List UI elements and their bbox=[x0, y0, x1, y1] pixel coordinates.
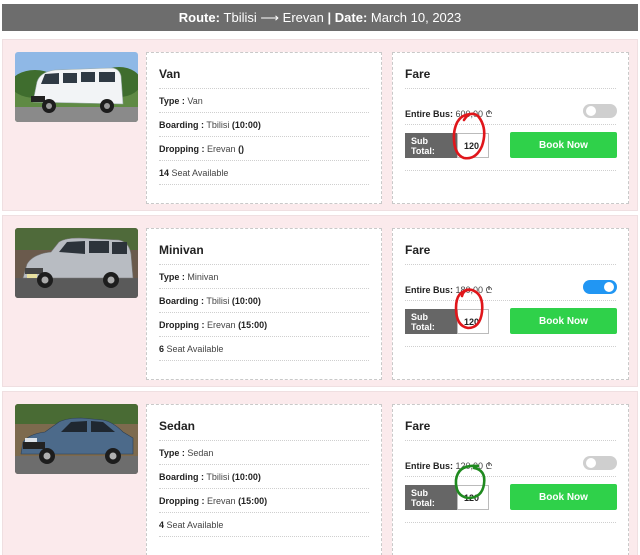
vehicle-info-card: Sedan Type : Sedan Boarding : Tbilisi (1… bbox=[146, 404, 382, 555]
divider bbox=[405, 346, 616, 347]
date-value: March 10, 2023 bbox=[370, 10, 462, 25]
divider bbox=[159, 440, 369, 441]
route-from: Tbilisi bbox=[223, 10, 257, 25]
sub-total-value: 120 bbox=[457, 309, 489, 334]
divider bbox=[159, 160, 369, 161]
fare-card: Fare Entire Bus: 120,00 ₾ Sub Total: 120… bbox=[392, 404, 629, 555]
divider bbox=[405, 440, 616, 441]
vehicle-name: Minivan bbox=[159, 243, 204, 257]
sub-total-label: Sub Total: bbox=[405, 485, 457, 510]
divider bbox=[159, 184, 369, 185]
divider bbox=[159, 264, 369, 265]
divider bbox=[159, 536, 369, 537]
entire-bus-toggle[interactable] bbox=[583, 456, 617, 470]
divider bbox=[159, 336, 369, 337]
divider bbox=[405, 124, 616, 125]
entire-bus-toggle[interactable] bbox=[583, 280, 617, 294]
sub-total-label: Sub Total: bbox=[405, 133, 457, 158]
route-label: Route: bbox=[178, 10, 220, 25]
divider bbox=[159, 88, 369, 89]
vehicle-row-van: Van Type : Van Boarding : Tbilisi (10:00… bbox=[2, 39, 638, 211]
vehicle-type: Type : Sedan bbox=[159, 448, 214, 458]
divider bbox=[159, 464, 369, 465]
entire-bus-toggle[interactable] bbox=[583, 104, 617, 118]
divider bbox=[159, 136, 369, 137]
dropping-info: Dropping : Erevan (15:00) bbox=[159, 320, 268, 330]
boarding-info: Boarding : Tbilisi (10:00) bbox=[159, 296, 261, 306]
fare-title: Fare bbox=[405, 67, 431, 81]
divider bbox=[405, 476, 616, 477]
entire-bus-price: Entire Bus: 180,00 ₾ bbox=[405, 285, 493, 295]
divider bbox=[405, 300, 616, 301]
vehicle-info-card: Minivan Type : Minivan Boarding : Tbilis… bbox=[146, 228, 382, 380]
fare-title: Fare bbox=[405, 243, 431, 257]
dropping-info: Dropping : Erevan (15:00) bbox=[159, 496, 268, 506]
vehicle-name: Van bbox=[159, 67, 181, 81]
divider bbox=[405, 522, 616, 523]
route-header: Route: Tbilisi ⟶ Erevan | Date: March 10… bbox=[2, 4, 638, 31]
sub-total-value: 120 bbox=[457, 133, 489, 158]
minivan-image bbox=[15, 228, 138, 298]
divider bbox=[405, 264, 616, 265]
date-label: Date: bbox=[334, 10, 368, 25]
divider bbox=[159, 360, 369, 361]
vehicle-row-minivan: Minivan Type : Minivan Boarding : Tbilis… bbox=[2, 215, 638, 387]
vehicle-type: Type : Minivan bbox=[159, 272, 219, 282]
sub-total: Sub Total: 120 bbox=[405, 133, 489, 158]
boarding-info: Boarding : Tbilisi (10:00) bbox=[159, 120, 261, 130]
vehicle-row-sedan: Sedan Type : Sedan Boarding : Tbilisi (1… bbox=[2, 391, 638, 555]
divider bbox=[159, 512, 369, 513]
divider bbox=[159, 312, 369, 313]
route-arrow-icon: ⟶ bbox=[260, 9, 280, 25]
book-now-button[interactable]: Book Now bbox=[510, 484, 617, 510]
sub-total: Sub Total: 120 bbox=[405, 485, 489, 510]
divider bbox=[405, 170, 616, 171]
vehicle-type: Type : Van bbox=[159, 96, 203, 106]
sub-total-label: Sub Total: bbox=[405, 309, 457, 334]
entire-bus-price: Entire Bus: 120,00 ₾ bbox=[405, 461, 493, 471]
book-now-button[interactable]: Book Now bbox=[510, 132, 617, 158]
seat-availability: 4 Seat Available bbox=[159, 520, 224, 530]
seat-availability: 6 Seat Available bbox=[159, 344, 224, 354]
toggle-knob bbox=[604, 282, 614, 292]
seat-availability: 14 Seat Available bbox=[159, 168, 229, 178]
vehicle-name: Sedan bbox=[159, 419, 196, 433]
boarding-info: Boarding : Tbilisi (10:00) bbox=[159, 472, 261, 482]
sub-total-value: 120 bbox=[457, 485, 489, 510]
sedan-image bbox=[15, 404, 138, 474]
entire-bus-price: Entire Bus: 600,00 ₾ bbox=[405, 109, 493, 119]
book-now-button[interactable]: Book Now bbox=[510, 308, 617, 334]
divider bbox=[159, 488, 369, 489]
route-to: Erevan bbox=[282, 10, 324, 25]
divider bbox=[405, 88, 616, 89]
dropping-info: Dropping : Erevan () bbox=[159, 144, 245, 154]
fare-card: Fare Entire Bus: 600,00 ₾ Sub Total: 120… bbox=[392, 52, 629, 204]
divider bbox=[159, 112, 369, 113]
vehicle-info-card: Van Type : Van Boarding : Tbilisi (10:00… bbox=[146, 52, 382, 204]
van-image bbox=[15, 52, 138, 122]
sub-total: Sub Total: 120 bbox=[405, 309, 489, 334]
toggle-knob bbox=[586, 458, 596, 468]
fare-title: Fare bbox=[405, 419, 431, 433]
fare-card: Fare Entire Bus: 180,00 ₾ Sub Total: 120… bbox=[392, 228, 629, 380]
divider bbox=[159, 288, 369, 289]
toggle-knob bbox=[586, 106, 596, 116]
